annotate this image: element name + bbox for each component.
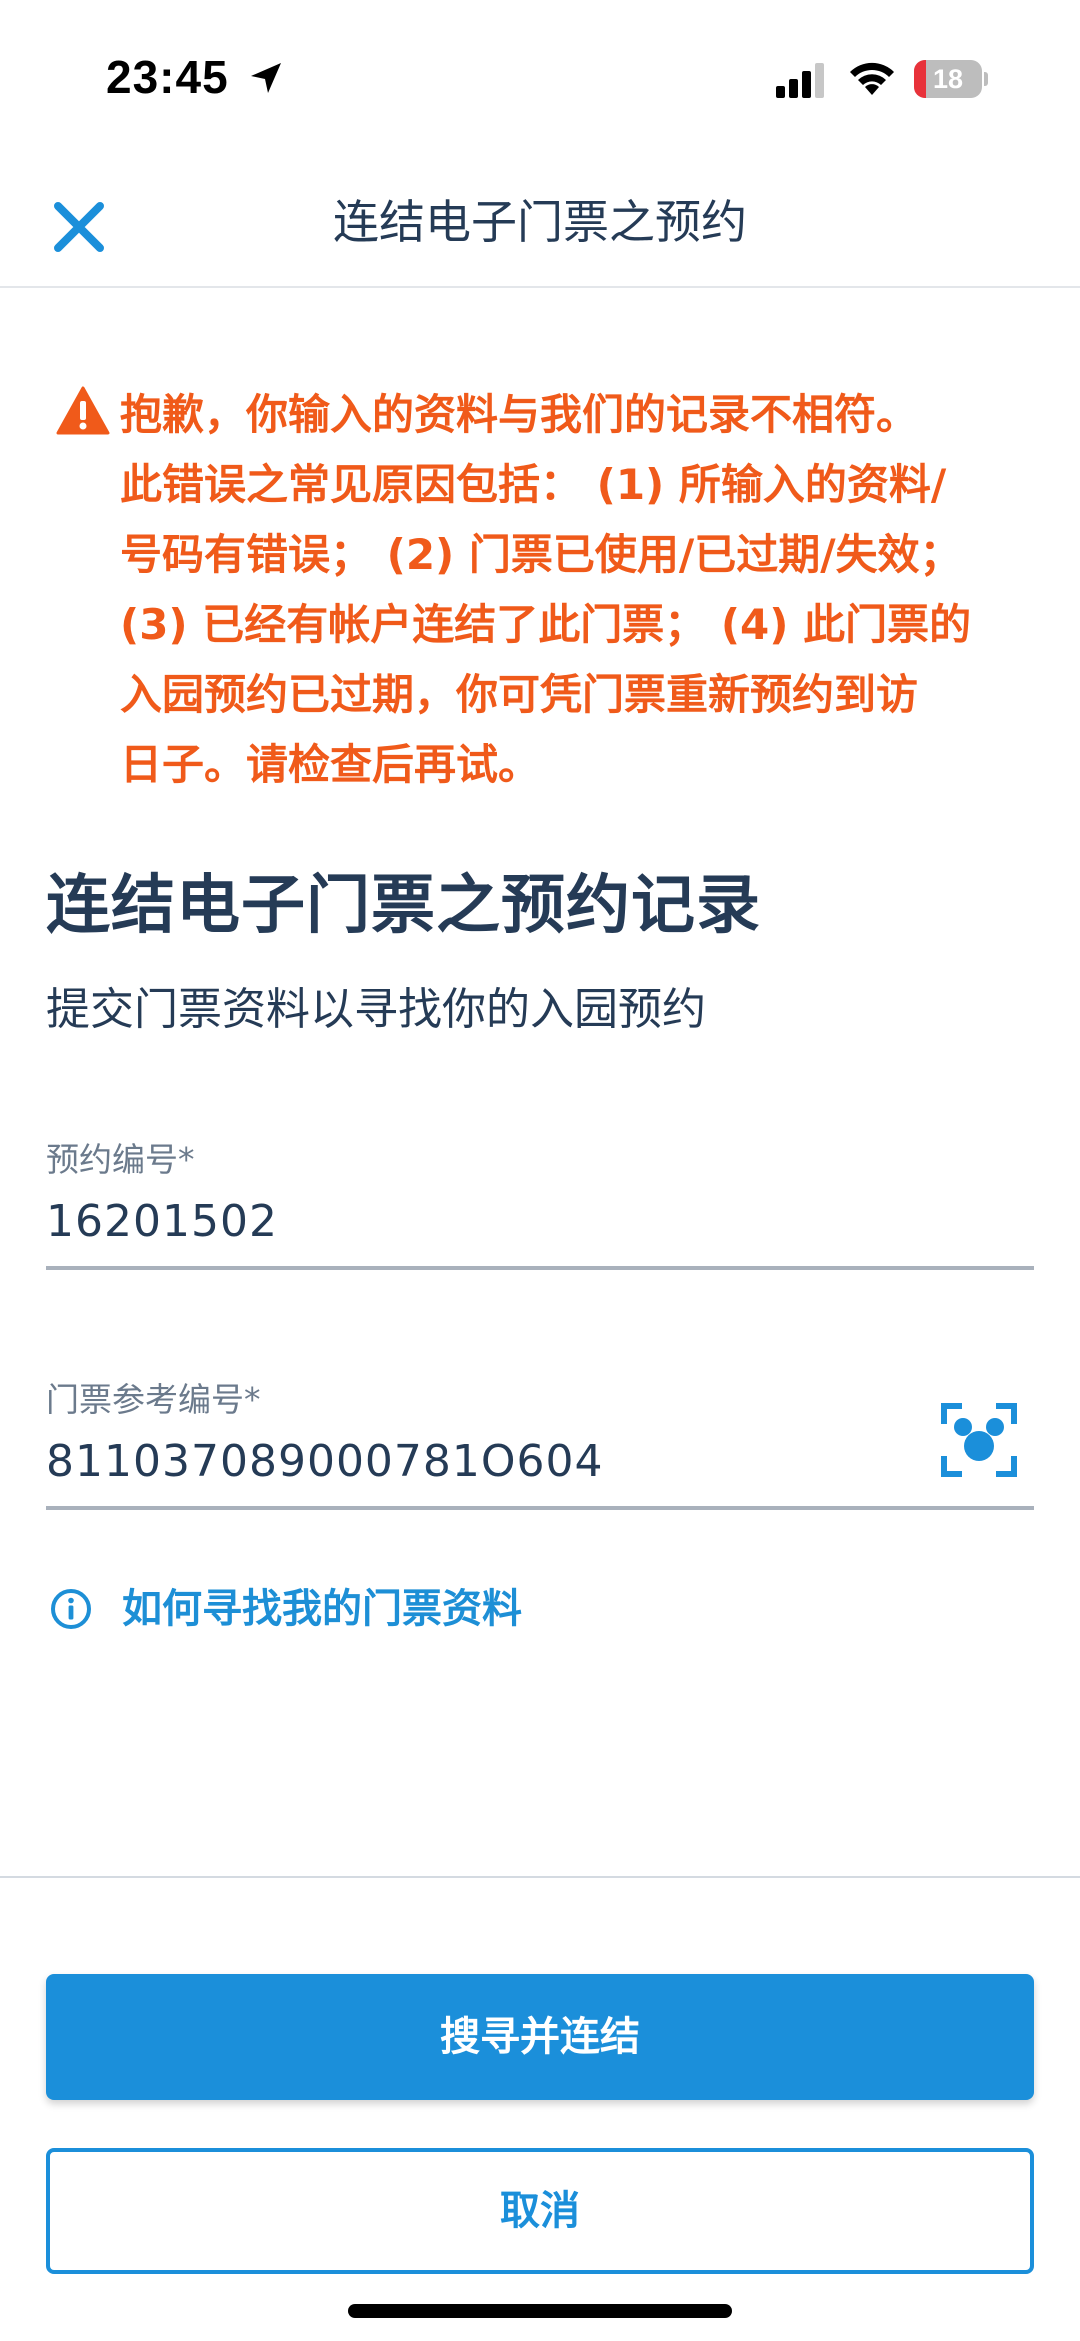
battery-cap: [984, 72, 988, 86]
ticket-reference-input[interactable]: 811037089000781O604: [46, 1434, 604, 1490]
search-and-link-button[interactable]: 搜寻并连结: [46, 1974, 1034, 2100]
how-to-find-ticket-label: 如何寻找我的门票资料: [122, 1586, 522, 1632]
home-indicator: [348, 2304, 732, 2318]
divider: [0, 1876, 1080, 1878]
field-underline: [46, 1266, 1034, 1270]
header: 连结电子门票之预约: [0, 150, 1080, 288]
page: 23:45 18 连结电子门票之预约 抱歉，你输入的资料与我们的记录不相符。 此…: [0, 0, 1080, 2341]
location-arrow-icon: [251, 63, 281, 93]
battery-level: 18: [932, 64, 964, 94]
battery-body: 18: [914, 60, 982, 98]
field-underline: [46, 1506, 1034, 1510]
section-title: 连结电子门票之预约记录: [46, 869, 761, 943]
reservation-number-field[interactable]: 预约编号* 16201502: [46, 1138, 1034, 1270]
ticket-reference-field[interactable]: 门票参考编号* 811037089000781O604: [46, 1378, 1034, 1510]
info-icon: [51, 1589, 91, 1629]
mickey-scan-icon[interactable]: [940, 1402, 1018, 1478]
error-text: 抱歉，你输入的资料与我们的记录不相符。 此错误之常见原因包括： (1) 所输入的…: [120, 390, 972, 789]
cellular-signal-icon: [776, 63, 824, 98]
wifi-icon: [850, 62, 894, 95]
reservation-number-input[interactable]: 16201502: [46, 1194, 278, 1250]
page-title: 连结电子门票之预约: [333, 195, 747, 249]
reservation-number-label: 预约编号*: [46, 1140, 195, 1179]
cancel-button[interactable]: 取消: [46, 2148, 1034, 2274]
ticket-reference-label: 门票参考编号*: [46, 1380, 261, 1419]
battery-icon: 18: [914, 60, 988, 98]
warning-icon: [56, 386, 110, 435]
section-subtitle: 提交门票资料以寻找你的入园预约: [46, 984, 706, 1035]
status-time: 23:45: [106, 51, 229, 103]
status-bar: 23:45 18: [0, 0, 1080, 150]
